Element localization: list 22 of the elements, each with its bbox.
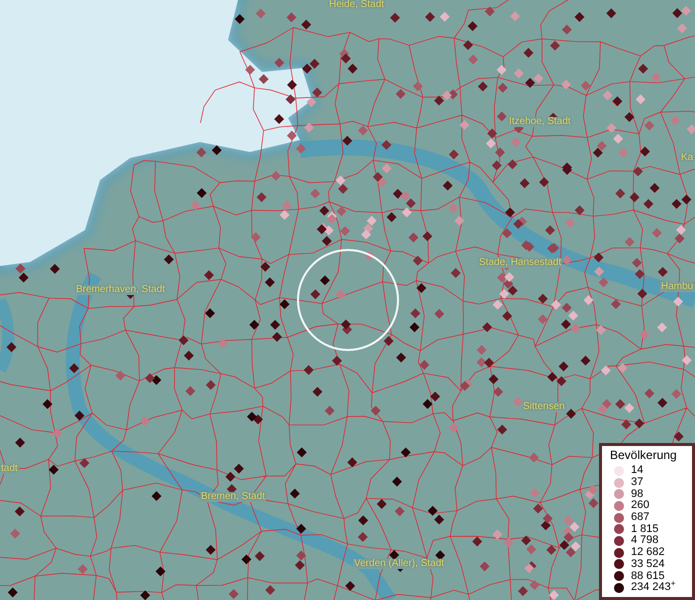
place-label: Itzehoe, Stadt — [508, 117, 572, 127]
place-label: Bremen, Stadt — [200, 492, 266, 502]
place-label: Hambu — [660, 282, 694, 292]
legend-title: Bevölkerung — [610, 448, 678, 463]
place-label: Heide, Stadt — [328, 0, 386, 10]
legend-value: 33 524 — [631, 558, 665, 570]
legend-value: 260 — [631, 500, 650, 512]
place-label: Verden (Aller), Stadt — [353, 559, 446, 569]
place-label: tadt — [0, 464, 19, 474]
place-label: Bremerhaven, Stadt — [75, 285, 166, 295]
legend-value: 88 615 — [631, 570, 665, 582]
legend-value: 4 798 — [631, 535, 659, 546]
place-label: Sittensen — [522, 402, 566, 412]
legend-value: 98 — [631, 488, 644, 500]
place-label: Ka — [680, 153, 694, 163]
legend-value: 37 — [631, 477, 644, 488]
legend-value: 14 — [631, 465, 644, 476]
legend-value: 687 — [631, 512, 650, 524]
legend-value: 234 243$^{+}$ — [631, 582, 676, 594]
legend-value: 12 682 — [631, 547, 665, 558]
place-label: Stade, Hansestadt — [478, 258, 562, 268]
legend-value: 1 815 — [631, 524, 659, 535]
